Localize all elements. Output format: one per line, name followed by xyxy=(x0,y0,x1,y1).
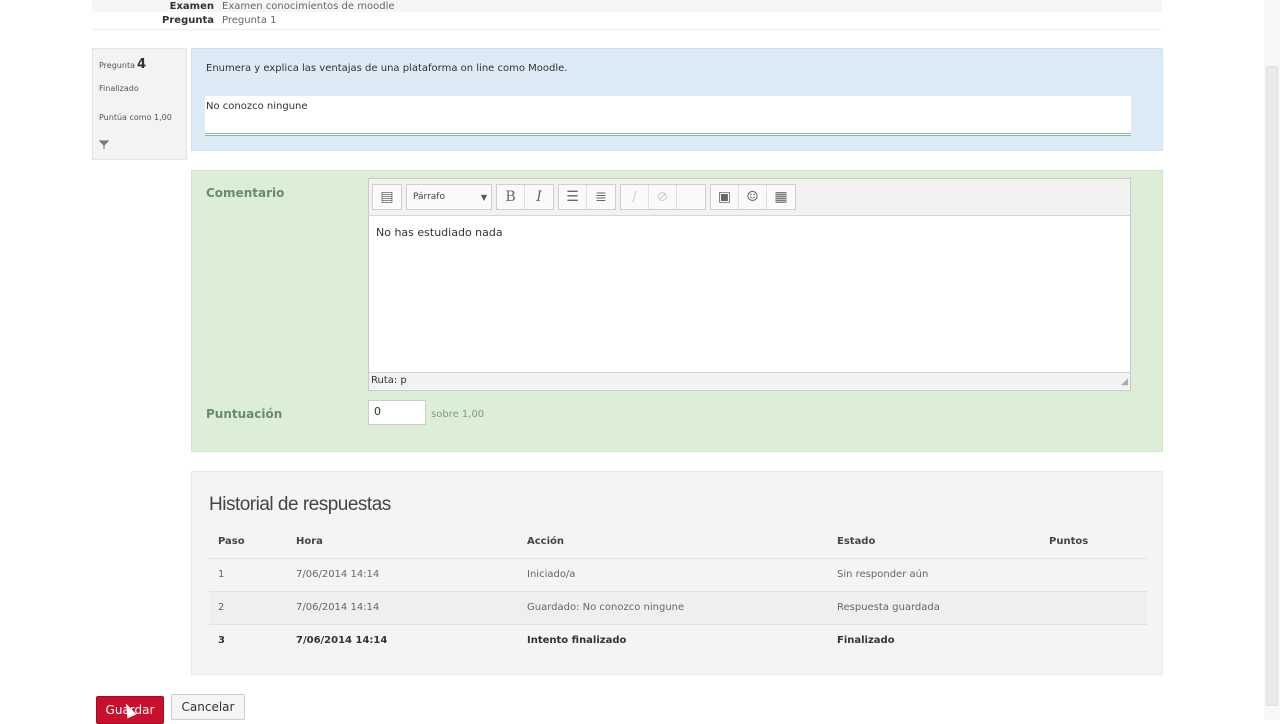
media-icon[interactable]: ▦ xyxy=(767,185,795,209)
grade-input[interactable]: 0 xyxy=(368,400,426,425)
comment-label: Comentario xyxy=(206,186,285,200)
cell-state: Finalizado xyxy=(837,635,895,647)
link-icon[interactable]: ∕ xyxy=(621,185,649,209)
question-content: Enumera y explica las ventajas de una pl… xyxy=(191,48,1163,151)
column-header-action: Acción xyxy=(518,526,828,559)
cell-step: 1 xyxy=(209,558,287,592)
column-header-time: Hora xyxy=(287,526,518,559)
format-select-value: Párrafo xyxy=(413,192,445,202)
emoticon-icon[interactable]: ☺ xyxy=(739,185,767,209)
cell-points xyxy=(1040,591,1147,625)
blank-button[interactable] xyxy=(677,185,705,209)
toolbar-group-links: ∕ ⊘ xyxy=(620,184,706,210)
exam-label: Examen xyxy=(169,0,214,12)
column-header-points: Puntos xyxy=(1040,526,1147,559)
grade-out-of: sobre 1,00 xyxy=(431,409,485,420)
question-state: Finalizado xyxy=(99,84,139,93)
question-prefix: Pregunta xyxy=(99,61,135,70)
unlink-icon[interactable]: ⊘ xyxy=(649,185,677,209)
chevron-down-icon: ▼ xyxy=(480,192,487,202)
editor-toolbar: ▤ Párrafo ▼ B I ☰ ≣ ∕ ⊘ ▣ ☺ ▦ xyxy=(369,179,1130,216)
italic-icon[interactable]: I xyxy=(525,185,553,209)
cell-time: 7/06/2014 14:14 xyxy=(287,558,518,592)
collapse-icon[interactable]: ▤ xyxy=(373,185,401,209)
cell-state: Sin responder aún xyxy=(828,558,1040,592)
cell-step: 3 xyxy=(218,635,225,647)
toolbar-group-media: ▣ ☺ ▦ xyxy=(710,184,796,210)
cell-time: 7/06/2014 14:14 xyxy=(296,635,388,647)
comment-section: Comentario ▤ Párrafo ▼ B I ☰ ≣ ∕ ⊘ ▣ ☺ ▦… xyxy=(191,170,1163,452)
summary-row-exam: Examen Examen conocimientos de moodle xyxy=(92,0,1162,12)
comment-text-area[interactable]: No has estudiado nada xyxy=(369,216,1130,372)
toolbar-group-lists: ☰ ≣ xyxy=(558,184,616,210)
summary-row-question: Pregunta Pregunta 1 xyxy=(92,12,1162,30)
table-row: 2 7/06/2014 14:14 Guardado: No conozco n… xyxy=(209,591,1147,625)
question-label: Pregunta xyxy=(162,15,214,26)
question-text: Enumera y explica las ventajas de una pl… xyxy=(206,63,568,74)
history-table: Paso Hora Acción Estado Puntos 1 7/06/20… xyxy=(209,526,1147,657)
cancel-button[interactable]: Cancelar xyxy=(171,694,245,720)
toolbar-group-collapse: ▤ xyxy=(372,184,402,210)
bold-icon[interactable]: B xyxy=(497,185,525,209)
question-number-value: 4 xyxy=(136,57,147,72)
scrollbar-thumb[interactable] xyxy=(1266,66,1278,706)
editor-path: Ruta: p xyxy=(371,375,407,386)
cell-points xyxy=(1040,558,1147,592)
cell-action: Guardado: No conozco ningune xyxy=(518,591,828,625)
editor-status-bar: Ruta: p ◢ xyxy=(369,372,1130,389)
image-icon[interactable]: ▣ xyxy=(711,185,739,209)
cell-time: 7/06/2014 14:14 xyxy=(287,591,518,625)
flag-icon[interactable] xyxy=(98,140,180,153)
summary-table: Examen Examen conocimientos de moodle Pr… xyxy=(92,0,1162,30)
cell-step: 2 xyxy=(209,591,287,625)
ordered-list-icon[interactable]: ≣ xyxy=(587,185,615,209)
response-history: Historial de respuestas Paso Hora Acción… xyxy=(191,471,1163,675)
table-row: 1 7/06/2014 14:14 Iniciado/a Sin respond… xyxy=(209,558,1147,592)
question-number: Pregunta 4 xyxy=(99,57,180,72)
column-header-state: Estado xyxy=(828,526,1040,559)
history-header-row: Paso Hora Acción Estado Puntos xyxy=(209,526,1147,559)
exam-value: Examen conocimientos de moodle xyxy=(222,0,395,12)
cell-points xyxy=(1040,624,1147,657)
grade-label: Puntuación xyxy=(206,407,283,421)
history-title: Historial de respuestas xyxy=(209,494,391,515)
column-header-step: Paso xyxy=(209,526,287,559)
table-row-current: 3 7/06/2014 14:14 Intento finalizado Fin… xyxy=(209,624,1147,657)
resize-handle-icon[interactable]: ◢ xyxy=(1121,377,1128,387)
page-scrollbar[interactable] xyxy=(1264,0,1280,720)
question-grade: Puntúa como 1,00 xyxy=(99,113,172,122)
cell-action: Iniciado/a xyxy=(518,558,828,592)
format-select[interactable]: Párrafo ▼ xyxy=(406,184,492,210)
cell-action: Intento finalizado xyxy=(527,635,627,647)
question-value: Pregunta 1 xyxy=(222,15,277,26)
question-info-box: Pregunta 4 Finalizado Puntúa como 1,00 xyxy=(92,48,187,160)
student-answer: No conozco ningune xyxy=(205,96,1131,136)
unordered-list-icon[interactable]: ☰ xyxy=(559,185,587,209)
toolbar-group-style: B I xyxy=(496,184,554,210)
comment-editor: ▤ Párrafo ▼ B I ☰ ≣ ∕ ⊘ ▣ ☺ ▦ No has est… xyxy=(368,178,1131,391)
cell-state: Respuesta guardada xyxy=(828,591,1040,625)
